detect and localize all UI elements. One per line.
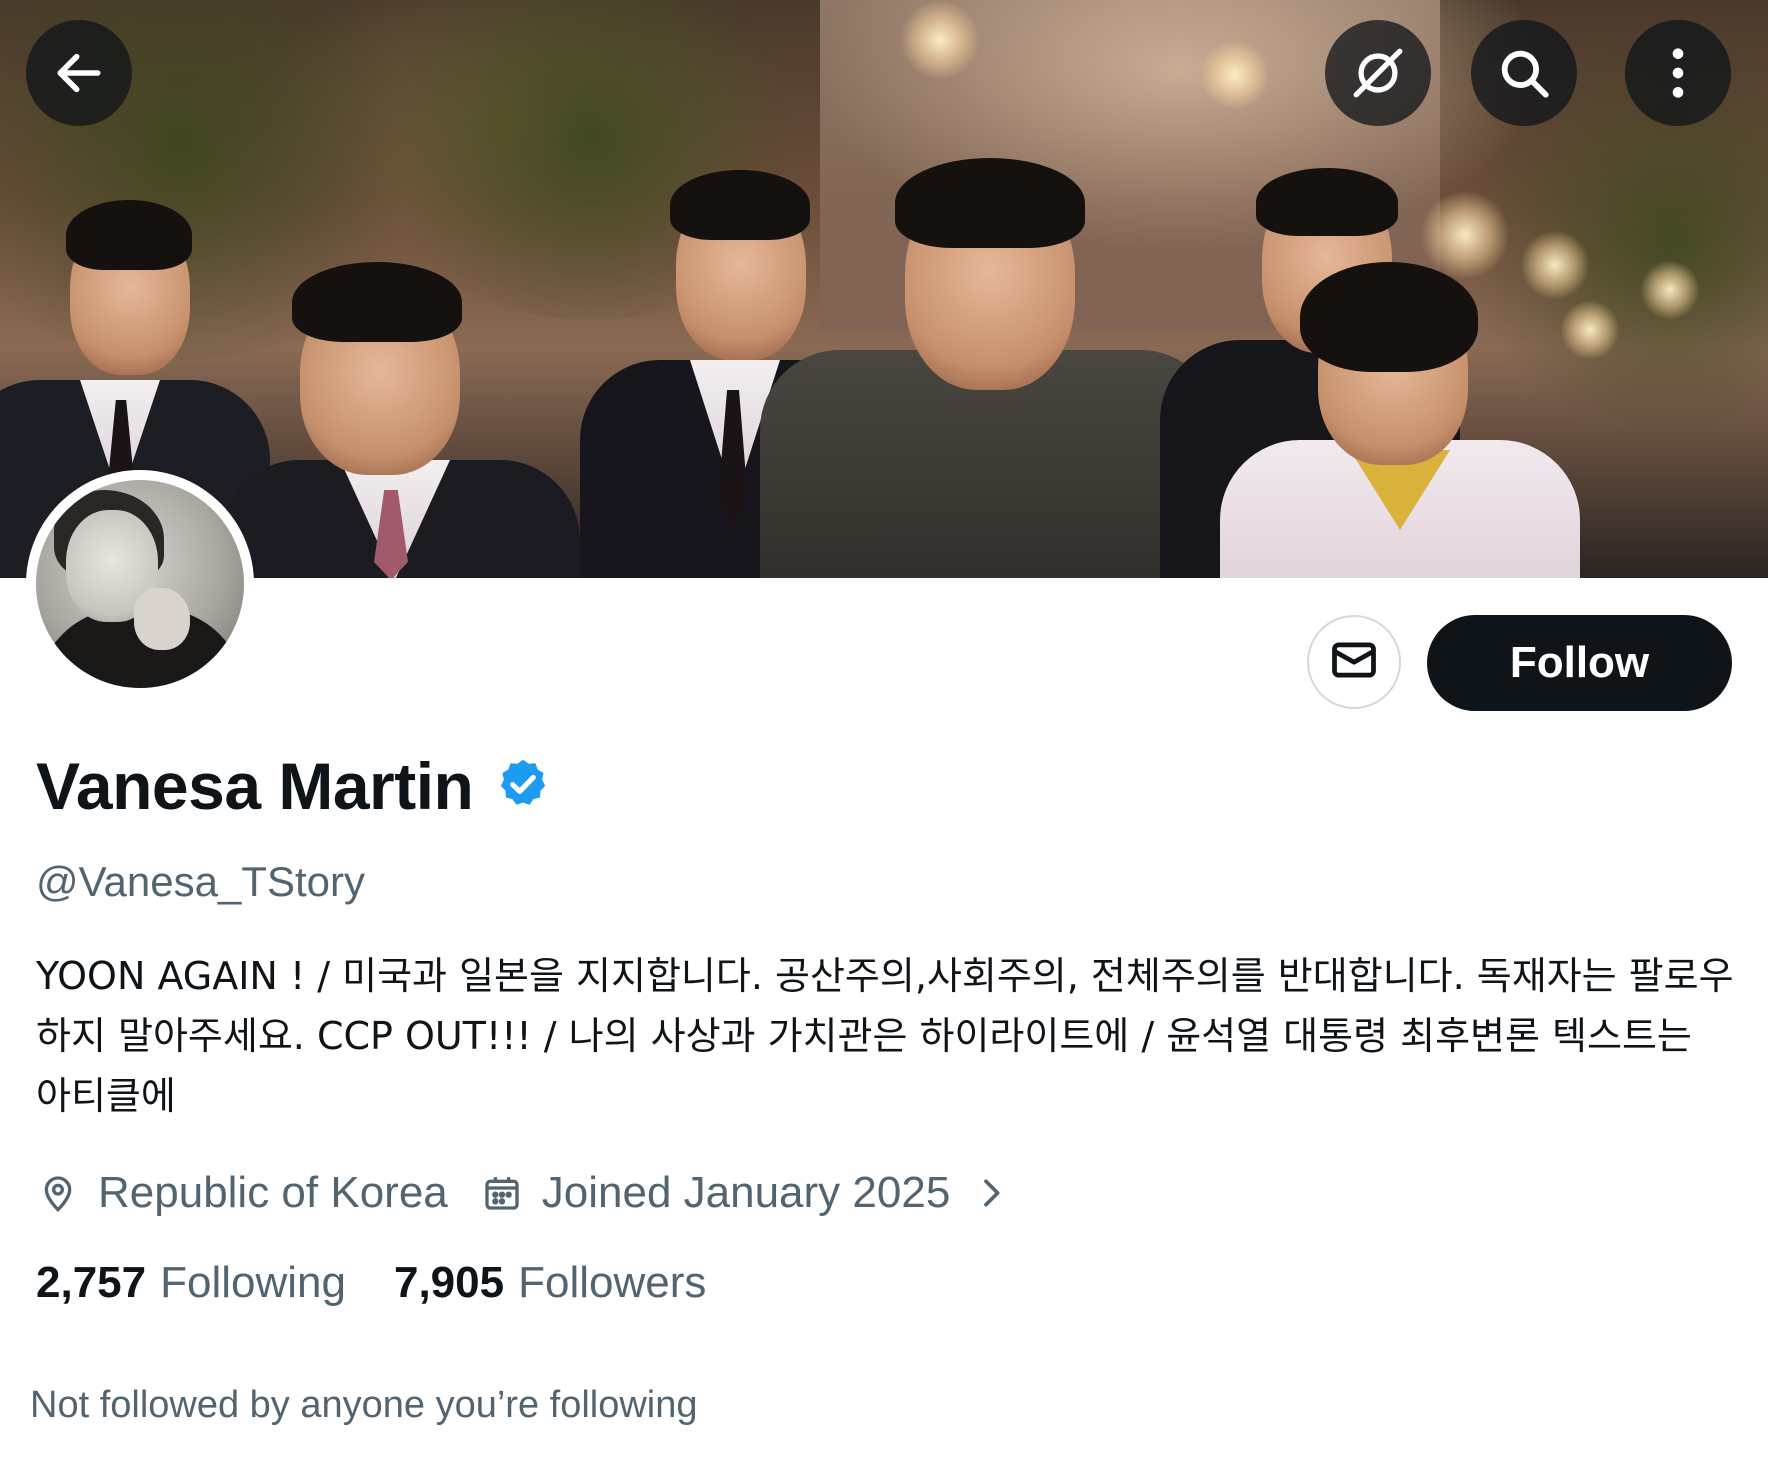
location-item: Republic of Korea [38, 1168, 448, 1218]
back-button[interactable] [26, 20, 132, 126]
location-pin-icon [38, 1171, 78, 1215]
message-button[interactable] [1307, 615, 1401, 709]
followers-label: Followers [518, 1258, 707, 1307]
avatar-image [36, 480, 244, 688]
search-button[interactable] [1471, 20, 1577, 126]
profile-banner-image[interactable] [0, 0, 1768, 578]
banner-light [1200, 40, 1270, 110]
banner-light [1520, 230, 1590, 300]
avatar[interactable] [26, 470, 254, 698]
banner-light [1420, 190, 1510, 280]
envelope-icon [1328, 634, 1380, 691]
profile-meta-row: Republic of Korea Joined January 2025 [38, 1164, 1006, 1222]
search-icon [1495, 44, 1553, 102]
arrow-left-icon [51, 45, 107, 101]
banner-light [1640, 260, 1700, 320]
following-count: 2,757 [36, 1258, 147, 1307]
verified-badge-icon[interactable] [495, 756, 551, 817]
follow-stats: 2,757 Following 7,905 Followers [36, 1258, 706, 1308]
grok-icon [1349, 44, 1407, 102]
more-vertical-icon [1668, 44, 1688, 102]
chevron-right-icon[interactable] [976, 1173, 1006, 1213]
bio-text: YOON AGAIN ! / 미국과 일본을 지지합니다. 공산주의,사회주의,… [36, 954, 1734, 1118]
grok-button[interactable] [1325, 20, 1431, 126]
profile-page: Follow Vanesa Martin @Vanesa_TStory YOON… [0, 0, 1768, 1478]
follow-button[interactable]: Follow [1427, 615, 1732, 711]
followers-link[interactable]: 7,905 Followers [394, 1258, 706, 1308]
following-label: Following [160, 1258, 346, 1307]
joined-text: Joined January 2025 [541, 1168, 951, 1217]
calendar-icon [482, 1173, 522, 1213]
banner-light [1560, 300, 1620, 360]
more-button[interactable] [1625, 20, 1731, 126]
mutual-followers-note: Not followed by anyone you’re following [30, 1384, 698, 1426]
followers-count: 7,905 [393, 1258, 505, 1307]
location-text: Republic of Korea [98, 1168, 448, 1217]
joined-item[interactable]: Joined January 2025 [482, 1168, 1007, 1218]
banner-light [900, 0, 980, 80]
following-link[interactable]: 2,757 Following [36, 1258, 346, 1308]
display-name: Vanesa Martin [36, 749, 474, 823]
name-row: Vanesa Martin [36, 748, 551, 824]
user-handle: @Vanesa_TStory [36, 858, 366, 905]
